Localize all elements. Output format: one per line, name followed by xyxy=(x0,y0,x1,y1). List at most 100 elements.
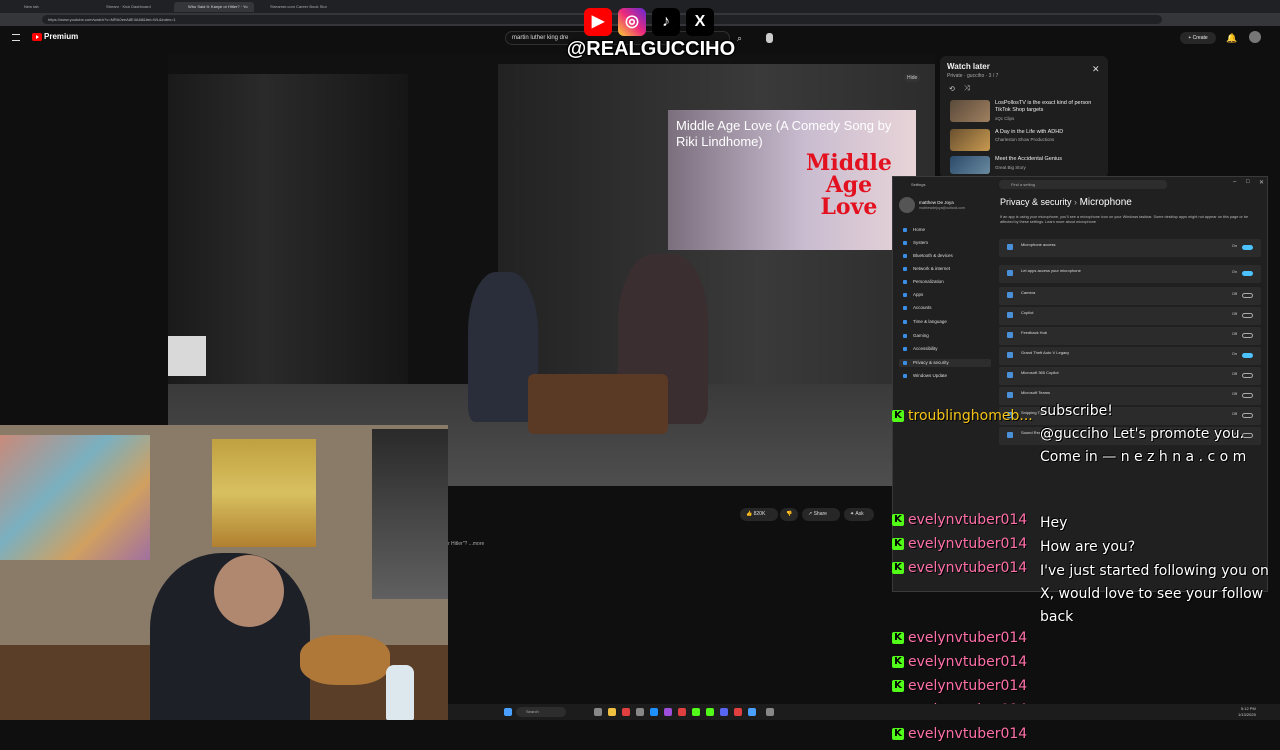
app-icon[interactable] xyxy=(706,708,714,716)
chairs xyxy=(528,374,668,434)
browser-tab[interactable]: Stream · Kick Dashboard xyxy=(92,2,172,12)
app-icon[interactable] xyxy=(636,708,644,716)
notifications-icon[interactable]: 🔔 xyxy=(1226,33,1237,44)
chat-text: subscribe! @gucciho Let's promote you. C… xyxy=(1040,403,1247,465)
chat-username[interactable]: evelynvtuber014 xyxy=(908,536,1027,553)
chat-username[interactable]: evelynvtuber014 xyxy=(908,654,1027,671)
toggle-switch[interactable] xyxy=(1242,245,1253,250)
toggle-switch[interactable] xyxy=(1242,313,1253,318)
file-explorer-icon[interactable] xyxy=(608,708,616,716)
browser-tab-active[interactable]: Who Said It: Kanye or Hitler? · Yo xyxy=(174,2,254,12)
embedded-song-card[interactable]: Middle Age Love (A Comedy Song by Riki L… xyxy=(668,110,916,250)
browser-tab[interactable]: New tab xyxy=(10,2,90,12)
close-icon[interactable]: ✕ xyxy=(1092,64,1100,75)
find-setting-input[interactable]: Find a setting xyxy=(999,180,1167,189)
chat-username[interactable]: evelynvtuber014 xyxy=(908,560,1027,577)
account-name: matthew De Joya xyxy=(919,200,954,205)
minimize-icon[interactable]: – xyxy=(1233,179,1236,185)
youtube-logo-icon[interactable] xyxy=(32,33,42,41)
discord-icon[interactable] xyxy=(720,708,728,716)
nav-item-windows-update[interactable]: Windows Update xyxy=(899,372,991,380)
description-snippet[interactable]: r Hitler"? ...more xyxy=(448,541,484,547)
playlist-item[interactable]: LosPollosTV is the exact kind of person … xyxy=(950,100,1100,124)
settings-row[interactable]: Microphone access On xyxy=(999,239,1261,257)
hide-button[interactable]: Hide xyxy=(904,74,921,82)
breadcrumb-parent[interactable]: Privacy & security xyxy=(1000,197,1072,207)
account-email: matthewdejoya@outlook.com xyxy=(919,206,965,210)
nav-item-accounts[interactable]: Accounts xyxy=(899,304,991,312)
nav-item-gaming[interactable]: Gaming xyxy=(899,332,991,340)
like-button[interactable]: 👍 820K xyxy=(740,508,778,521)
avatar[interactable] xyxy=(1249,31,1261,43)
nav-item-privacy-security[interactable]: Privacy & security xyxy=(899,359,991,367)
shuffle-icon[interactable]: ⤨ xyxy=(964,85,970,93)
taskbar-search[interactable]: Search xyxy=(516,707,566,717)
settings-row-label: Feedback Hub xyxy=(1021,330,1048,335)
instagram-icon: ◎ xyxy=(618,8,646,36)
settings-row[interactable]: Let apps access your microphone On xyxy=(999,265,1261,283)
chat-username[interactable]: evelynvtuber014 xyxy=(908,678,1027,695)
menu-icon[interactable] xyxy=(12,34,20,41)
chat-username[interactable]: troublinghomeb... xyxy=(908,408,1033,425)
task-view-icon[interactable] xyxy=(594,708,602,716)
clock[interactable]: 5:12 PM 1/13/2025 xyxy=(1238,706,1256,718)
toggle-switch[interactable] xyxy=(1242,333,1253,338)
app-icon xyxy=(1007,372,1013,378)
video-player[interactable]: Hide Middle Age Love (A Comedy Song by R… xyxy=(168,54,935,486)
nav-item-bluetooth[interactable]: Bluetooth & devices xyxy=(899,252,991,260)
close-icon[interactable]: ✕ xyxy=(1259,179,1264,186)
settings-row[interactable]: Microsoft 365 Copilot Off xyxy=(999,367,1261,385)
share-button[interactable]: ↗ Share xyxy=(802,508,840,521)
toggle-switch[interactable] xyxy=(1242,393,1253,398)
search-icon[interactable]: ⌕ xyxy=(737,33,742,44)
app-icon[interactable] xyxy=(664,708,672,716)
video-thumbnail xyxy=(950,100,990,122)
app-icon[interactable] xyxy=(678,708,686,716)
dislike-button[interactable]: 👎 xyxy=(780,508,798,521)
chat-text: How are you? xyxy=(1040,539,1136,555)
settings-row[interactable]: Feedback Hub Off xyxy=(999,327,1261,345)
toggle-switch[interactable] xyxy=(1242,373,1253,378)
like-count: 820K xyxy=(753,511,766,517)
chat-username[interactable]: evelynvtuber014 xyxy=(908,512,1027,529)
chrome-icon[interactable] xyxy=(622,708,630,716)
logo-word: Age xyxy=(825,172,873,198)
nav-item-system[interactable]: System xyxy=(899,239,991,247)
nav-item-home[interactable]: Home xyxy=(899,226,991,234)
app-icon xyxy=(1007,244,1013,250)
nav-item-accessibility[interactable]: Accessibility xyxy=(899,345,991,353)
app-icon[interactable] xyxy=(650,708,658,716)
chat-message: Ktroublinghomeb... subscribe! @gucciho Le… xyxy=(880,403,1280,465)
start-icon[interactable] xyxy=(504,708,512,716)
create-button[interactable]: + Create xyxy=(1180,32,1216,44)
browser-tab[interactable]: Streamer.com Career Book Stor xyxy=(256,2,336,12)
microphone-icon[interactable] xyxy=(766,33,773,43)
chat-username[interactable]: evelynvtuber014 xyxy=(908,630,1027,647)
chat-message: Kevelynvtuber014 xyxy=(880,726,1280,750)
settings-icon[interactable] xyxy=(766,708,774,716)
nav-item-time-language[interactable]: Time & language xyxy=(899,318,991,326)
nav-item-network[interactable]: Network & internet xyxy=(899,265,991,273)
settings-row[interactable]: Camera Off xyxy=(999,287,1261,305)
toggle-state: Off xyxy=(1232,312,1237,316)
account-card[interactable]: matthew De Joya matthewdejoya@outlook.co… xyxy=(899,197,993,217)
app-icon[interactable] xyxy=(734,708,742,716)
app-icon[interactable] xyxy=(748,708,756,716)
toggle-switch[interactable] xyxy=(1242,271,1253,276)
loop-icon[interactable]: ⟲ xyxy=(949,85,955,93)
nav-item-apps[interactable]: Apps xyxy=(899,291,991,299)
maximize-icon[interactable]: □ xyxy=(1246,179,1250,185)
settings-row[interactable]: Grand Theft Auto V Legacy On xyxy=(999,347,1261,365)
toggle-switch[interactable] xyxy=(1242,353,1253,358)
nav-item-personalization[interactable]: Personalization xyxy=(899,278,991,286)
playlist-item[interactable]: Meet the Accidental Genius Great Big Sto… xyxy=(950,156,1100,176)
watch-later-panel: Watch later Private · guccihо · 3 / 7 ✕ … xyxy=(940,56,1108,178)
ask-button[interactable]: ✦ Ask xyxy=(844,508,874,521)
embedded-song-title: Middle Age Love (A Comedy Song by Riki L… xyxy=(676,118,892,149)
chat-username[interactable]: evelynvtuber014 xyxy=(908,726,1027,743)
video-thumbnail xyxy=(950,156,990,174)
toggle-switch[interactable] xyxy=(1242,293,1253,298)
settings-row[interactable]: Copilot Off xyxy=(999,307,1261,325)
playlist-item[interactable]: A Day in the Life with ADHD Charleston S… xyxy=(950,129,1100,153)
kick-icon[interactable] xyxy=(692,708,700,716)
